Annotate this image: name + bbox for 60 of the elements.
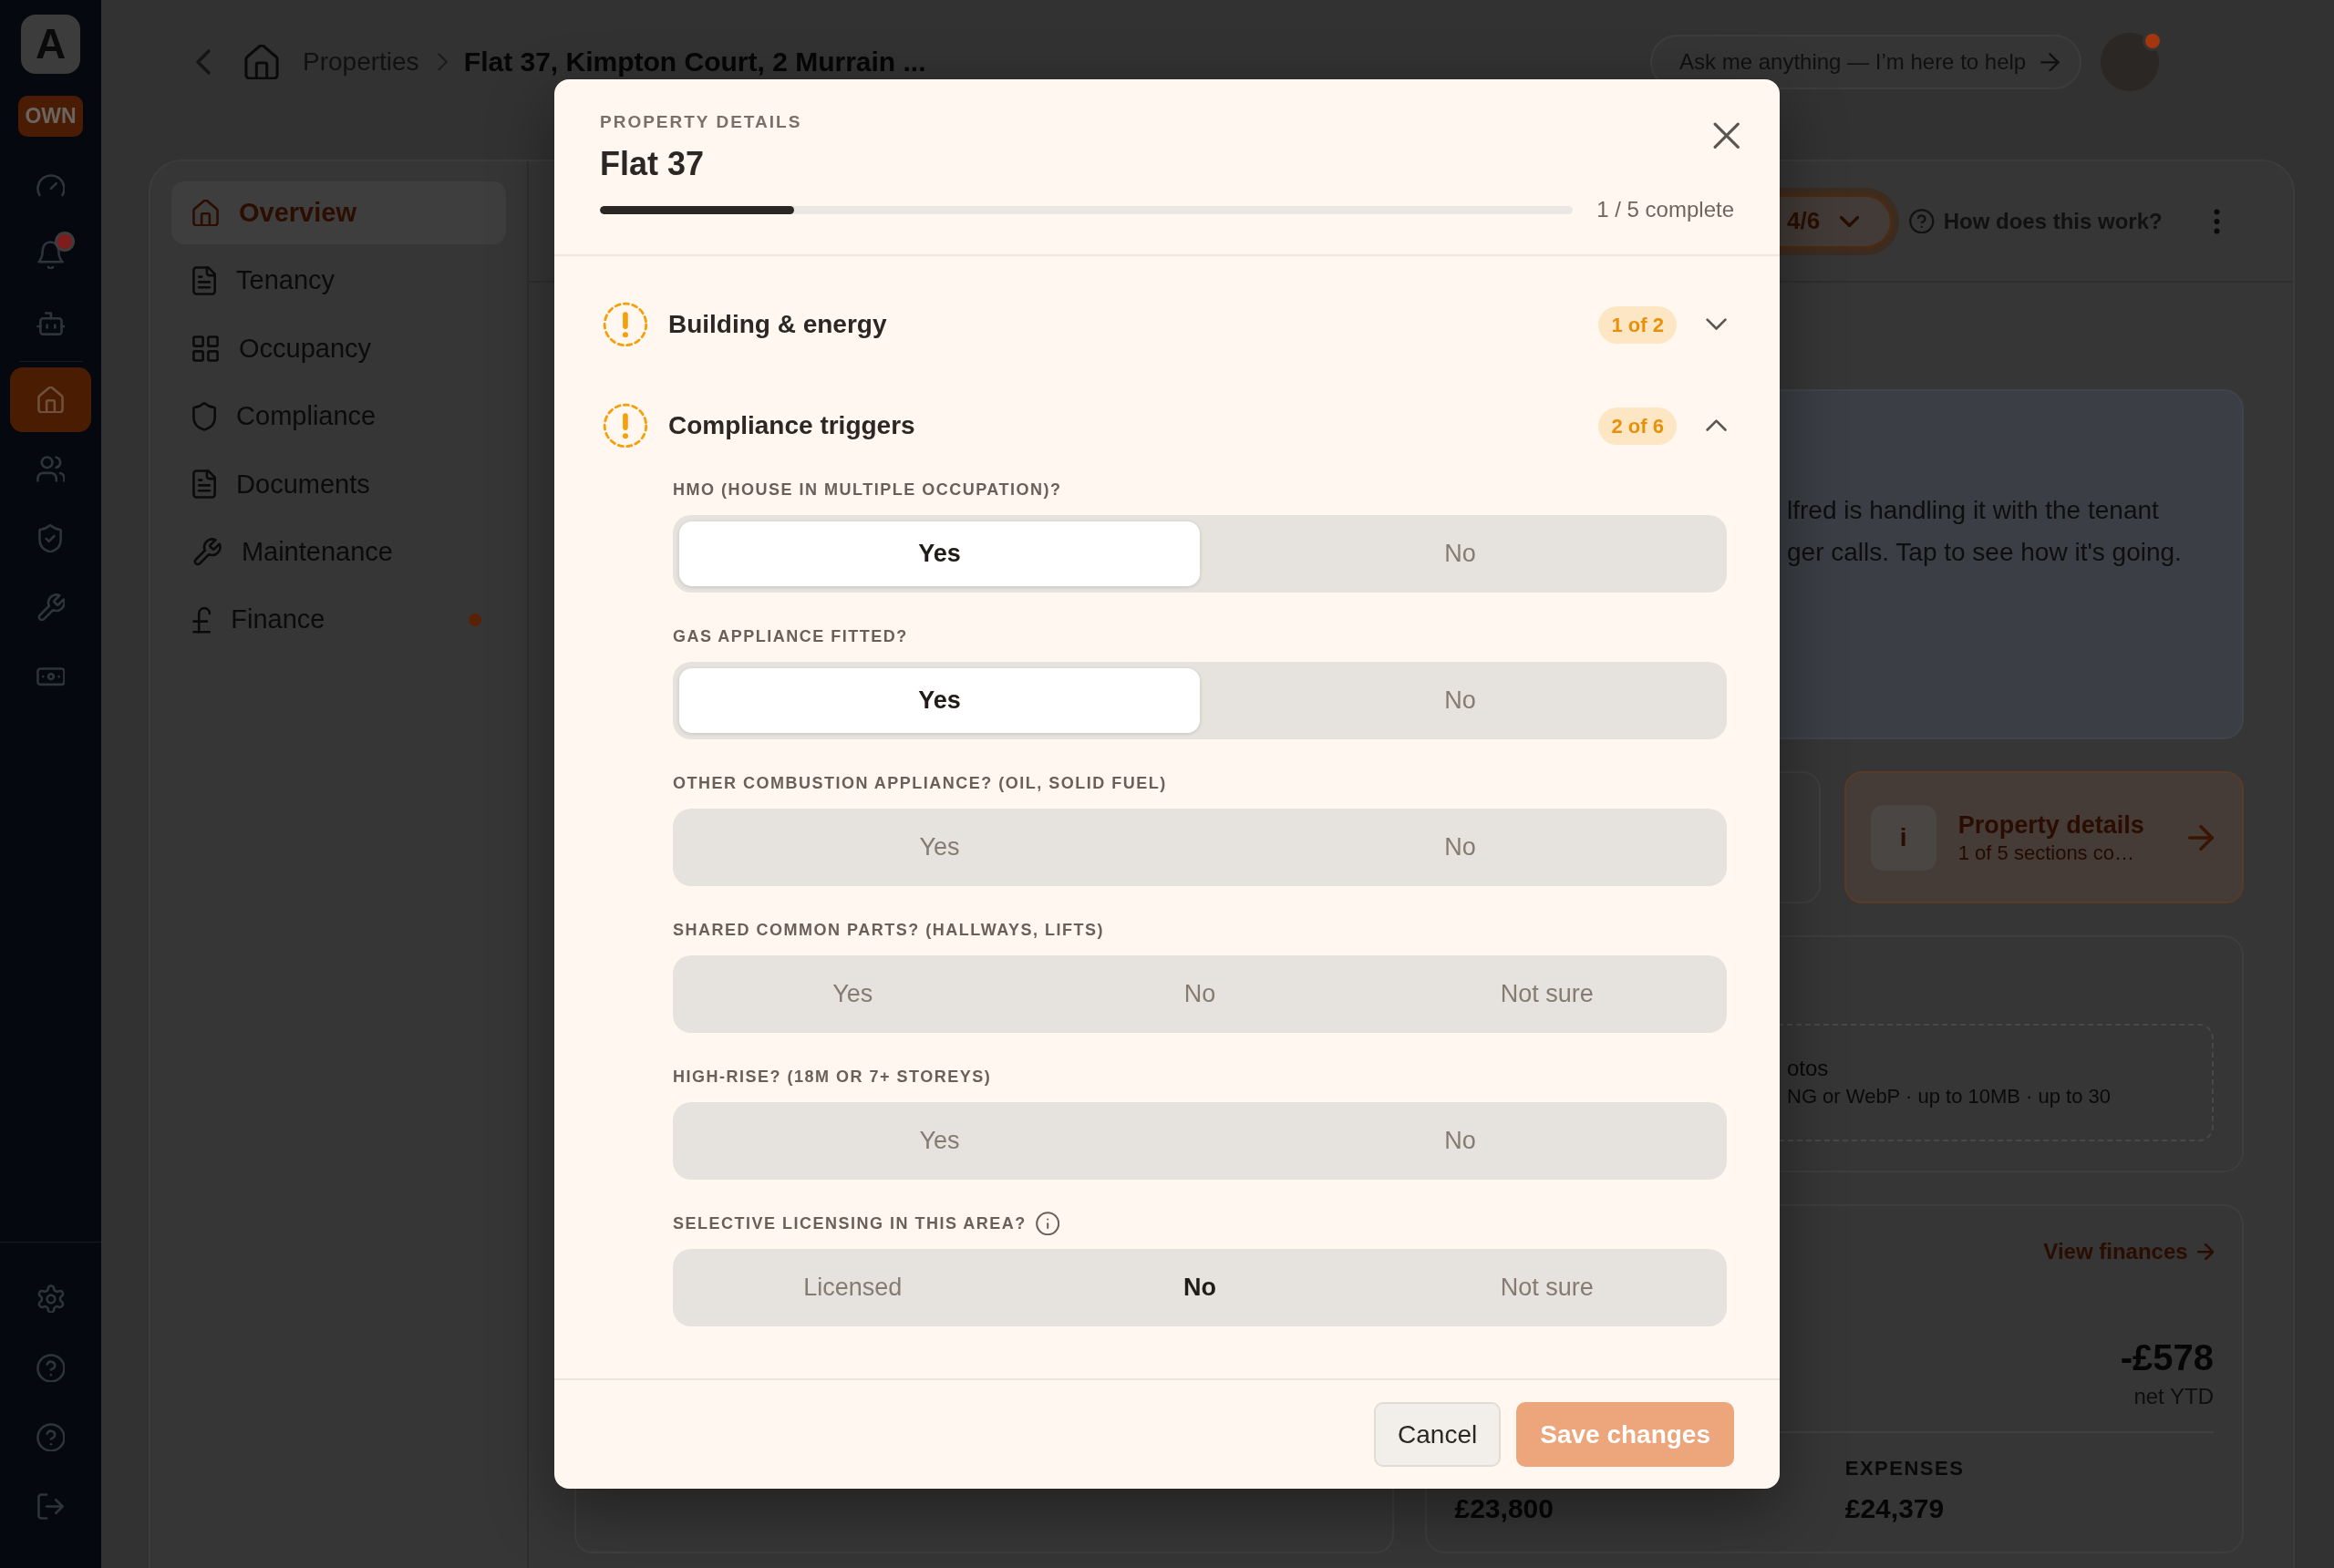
segment-option[interactable]: No [1200,668,1720,733]
robot-icon [36,312,66,336]
progress-label: 1 / 5 complete [1596,197,1734,222]
count-badge: 2 of 6 [1598,407,1677,445]
segment-option[interactable]: No [1026,962,1374,1026]
question-label: OTHER COMBUSTION APPLIANCE? (OIL, SOLID FUEL) [673,773,1167,794]
chevron-left-icon [196,49,211,75]
users-icon [36,456,66,482]
document-icon [192,265,217,295]
more-options-icon[interactable] [2213,207,2221,235]
chevron-down-icon[interactable] [1705,318,1727,331]
grid-icon [192,335,219,362]
question-label: GAS APPLIANCE FITTED? [673,626,908,647]
document-icon [192,469,217,499]
segment-option[interactable]: Licensed [679,1255,1027,1320]
gauge-icon [36,174,66,197]
segment-option[interactable]: Not sure [1373,1255,1720,1320]
count-badge: 1 of 2 [1598,305,1677,344]
segment-option[interactable]: Yes [679,521,1200,586]
banknote-icon [36,667,66,686]
shield-icon [192,401,217,431]
chevron-down-icon [1840,215,1860,227]
question-label: SELECTIVE LICENSING IN THIS AREA? [673,1213,1027,1234]
help-icon [1909,208,1935,234]
dialog-eyebrow: PROPERTY DETAILS [600,111,802,133]
shield-check-icon [38,523,63,553]
question-label: HMO (HOUSE IN MULTIPLE OCCUPATION)? [673,480,1062,500]
help-icon [36,1422,66,1452]
logout-icon [37,1493,64,1520]
segment-option[interactable]: No [1200,815,1720,880]
home-icon [192,199,219,227]
home-icon[interactable] [244,44,279,80]
home-icon [37,386,64,414]
chevron-up-icon[interactable] [1705,419,1727,432]
segment-option[interactable]: Yes [679,962,1027,1026]
close-icon [1712,122,1740,150]
plan-badge: OWN [18,96,83,137]
info-icon[interactable] [1035,1211,1060,1236]
section-title: Compliance triggers [667,411,915,440]
pound-icon [192,606,212,634]
settings-icon [36,1284,66,1314]
info-tile: i [1870,804,1936,871]
nav-item[interactable]: Overview [171,181,506,244]
segment-option[interactable]: Yes [679,1109,1200,1173]
wrench-icon [192,537,222,567]
segment-option[interactable]: Not sure [1373,962,1720,1026]
question-label: HIGH-RISE? (18M OR 7+ STOREYS) [673,1067,992,1088]
segment-option[interactable]: No [1200,1109,1720,1173]
question-label: SHARED COMMON PARTS? (HALLWAYS, LIFTS) [673,920,1104,941]
dialog-title: Flat 37 [600,144,706,184]
bell-icon [37,240,64,270]
help-icon [36,1353,66,1383]
section-title: Building & energy [667,310,887,339]
wrench-icon [36,593,66,623]
segment-option[interactable]: Yes [679,815,1200,880]
segment-option[interactable]: No [1200,521,1720,586]
cancel-button[interactable]: Cancel [1374,1402,1502,1467]
segment-option[interactable]: No [1026,1255,1374,1320]
segment-option[interactable]: Yes [679,668,1200,733]
sidebar-button[interactable] [10,367,91,432]
